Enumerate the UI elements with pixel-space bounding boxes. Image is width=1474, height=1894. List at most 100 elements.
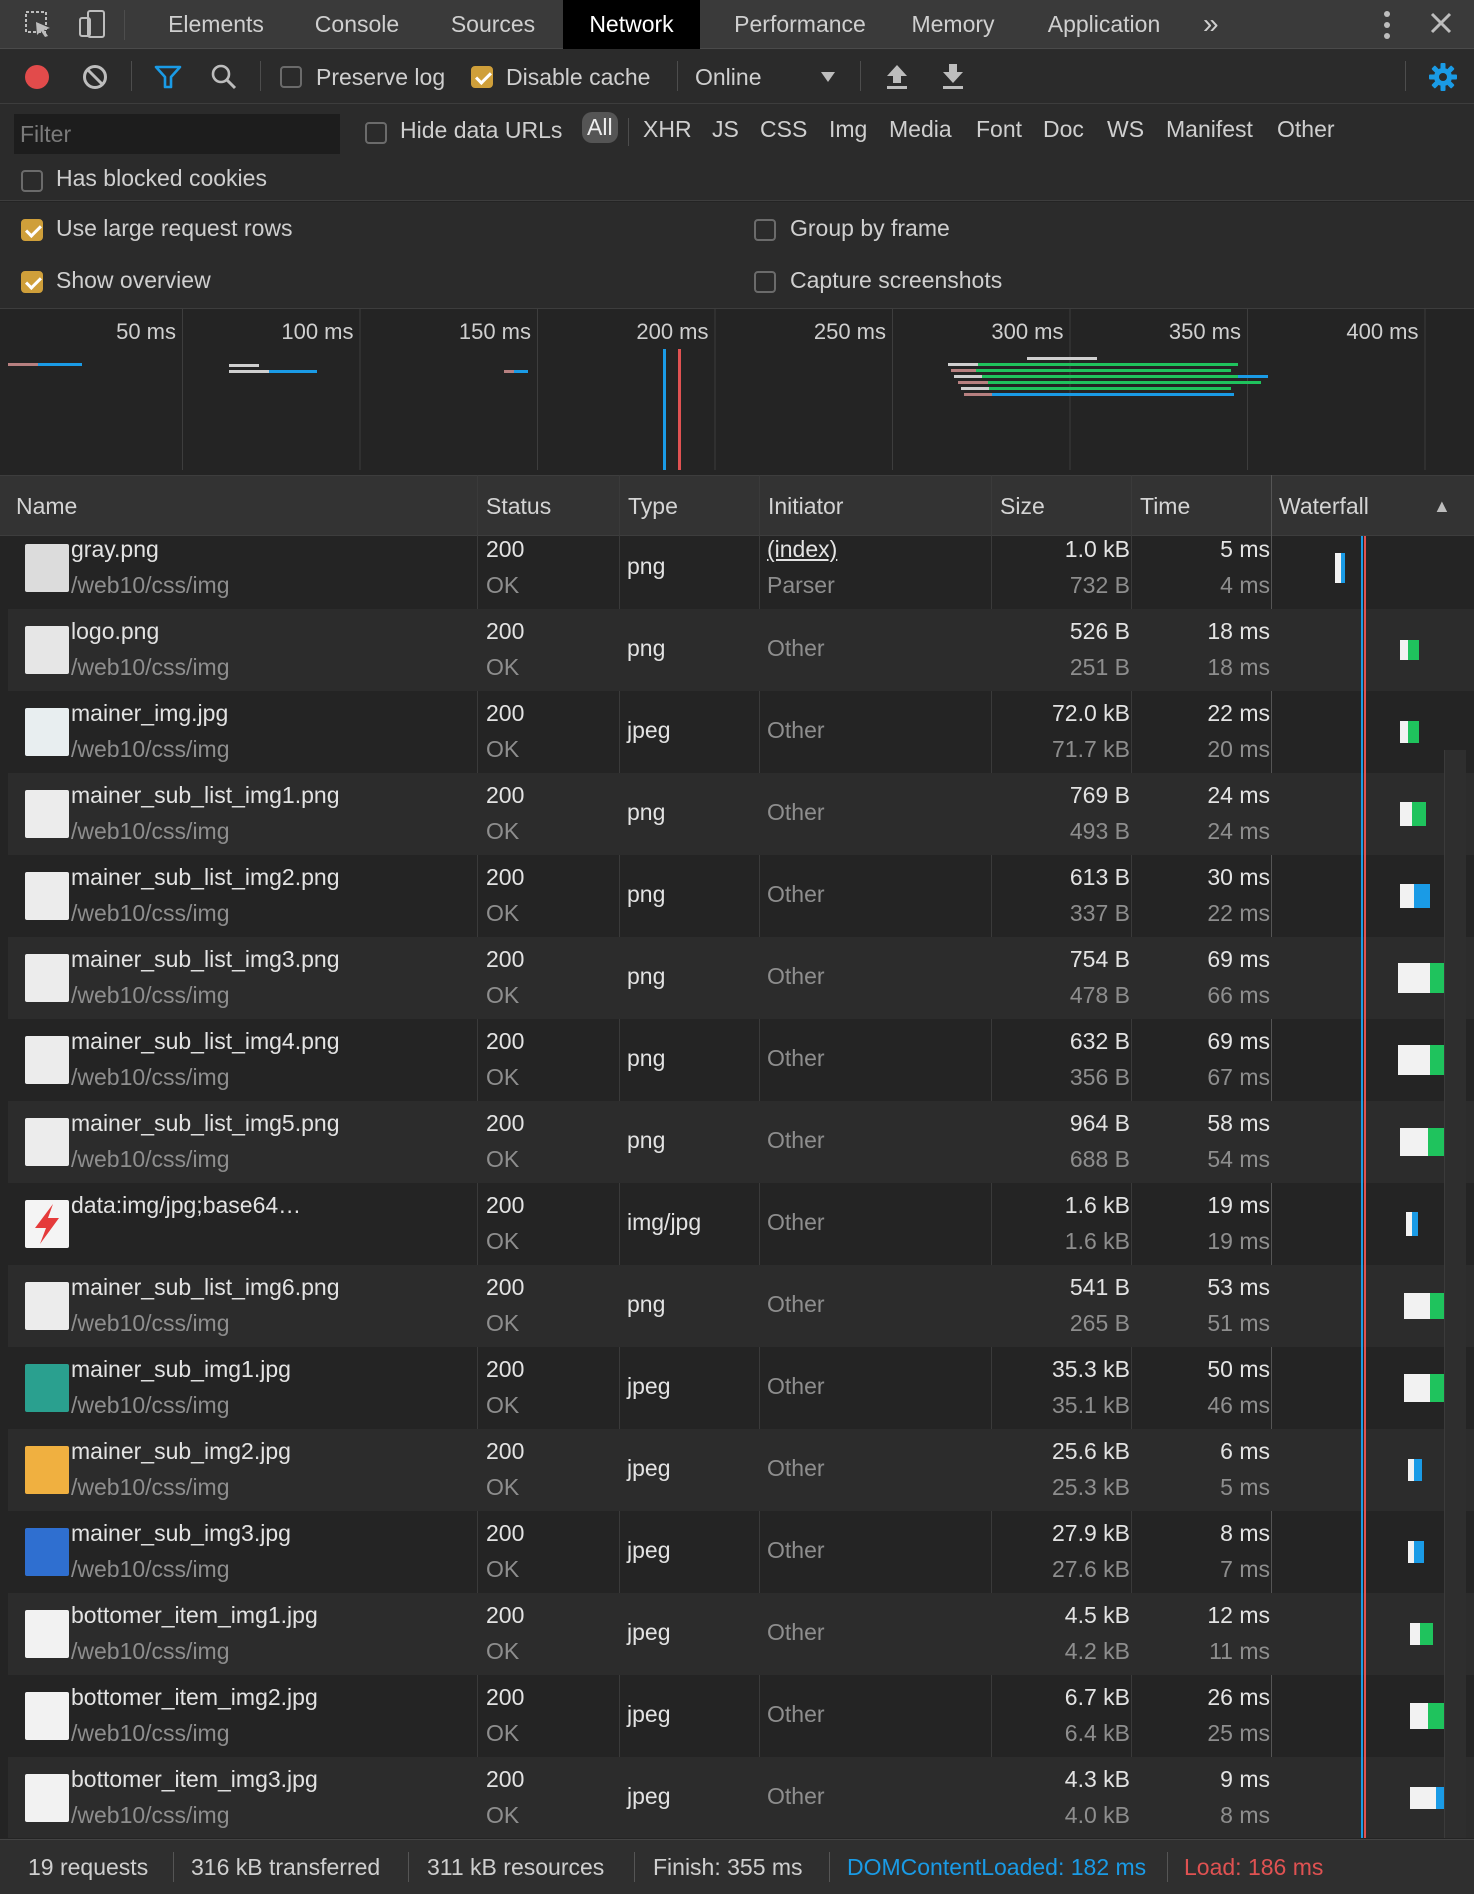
request-name[interactable]: data:img/jpg;base64… — [71, 1192, 301, 1219]
table-row[interactable]: mainer_sub_img3.jpg/web10/css/img 200 OK jp… — [8, 1511, 1474, 1593]
filter-type-font[interactable]: Font — [976, 116, 1022, 143]
filter-type-manifest[interactable]: Manifest — [1166, 116, 1253, 143]
request-name[interactable]: mainer_sub_list_img4.png — [71, 1028, 340, 1055]
overview-tick-label: 350 ms — [1169, 319, 1241, 344]
tab-application[interactable]: Application — [1034, 0, 1174, 49]
tab-memory[interactable]: Memory — [896, 0, 1010, 49]
has-blocked-cookies-checkbox[interactable] — [21, 170, 43, 192]
overview-bar — [1027, 357, 1097, 360]
request-name[interactable]: mainer_sub_list_img1.png — [71, 782, 340, 809]
request-name[interactable]: mainer_sub_img3.jpg — [71, 1520, 291, 1547]
table-row[interactable]: mainer_sub_list_img2.png/web10/css/img 20… — [8, 855, 1474, 937]
request-latency: 4 ms — [1220, 572, 1270, 598]
overview-timeline[interactable]: 50 ms 100 ms 150 ms 200 ms 250 ms 300 ms 350 m… — [8, 309, 1474, 470]
filter-type-doc[interactable]: Doc — [1043, 116, 1084, 143]
chevron-down-icon[interactable] — [820, 71, 836, 83]
column-name[interactable]: Name — [8, 476, 77, 536]
column-initiator[interactable]: Initiator — [760, 476, 843, 536]
transfer-size: 541 B — [1069, 1274, 1130, 1300]
toolbar-divider — [260, 61, 261, 91]
show-overview-checkbox[interactable] — [21, 271, 43, 293]
filter-type-all[interactable]: All — [582, 112, 618, 143]
table-row[interactable]: mainer_sub_list_img1.png/web10/css/img 20… — [8, 773, 1474, 855]
filter-type-js[interactable]: JS — [712, 116, 739, 143]
column-type[interactable]: Type — [620, 476, 678, 536]
column-status[interactable]: Status — [478, 476, 551, 536]
request-name[interactable]: mainer_sub_list_img2.png — [71, 864, 340, 891]
overview-gridline — [182, 309, 183, 470]
preserve-log-checkbox[interactable] — [280, 66, 302, 88]
column-size[interactable]: Size — [992, 476, 1045, 536]
inspect-element-icon[interactable] — [22, 8, 54, 40]
capture-screenshots-checkbox[interactable] — [754, 271, 776, 293]
table-row[interactable]: data:img/jpg;base64… 200 OK img/jpg Other 1.6… — [8, 1183, 1474, 1265]
initiator-link[interactable]: (index) — [767, 536, 837, 563]
resource-size: 25.3 kB — [1052, 1474, 1130, 1500]
capture-screenshots-label: Capture screenshots — [790, 267, 1003, 293]
record-icon[interactable] — [24, 64, 50, 90]
request-name[interactable]: mainer_sub_img1.jpg — [71, 1356, 291, 1383]
request-name[interactable]: bottomer_item_img2.jpg — [71, 1684, 318, 1711]
table-row[interactable]: bottomer_item_img1.jpg/web10/css/img 200 O… — [8, 1593, 1474, 1675]
request-name[interactable]: mainer_sub_img2.jpg — [71, 1438, 291, 1465]
table-row[interactable]: mainer_sub_list_img6.png/web10/css/img 20… — [8, 1265, 1474, 1347]
tab-performance[interactable]: Performance — [710, 0, 890, 49]
filter-type-other[interactable]: Other — [1277, 116, 1335, 143]
tab-sources[interactable]: Sources — [432, 0, 554, 49]
table-row[interactable]: mainer_sub_list_img4.png/web10/css/img 20… — [8, 1019, 1474, 1101]
filter-type-media[interactable]: Media — [889, 116, 952, 143]
status-code: 200 — [486, 1028, 525, 1054]
clear-icon[interactable] — [82, 64, 108, 90]
table-row[interactable]: bottomer_item_img3.jpg/web10/css/img 200 O… — [8, 1757, 1474, 1838]
request-time: 26 ms — [1207, 1684, 1270, 1710]
request-name[interactable]: bottomer_item_img1.jpg — [71, 1602, 318, 1629]
table-row[interactable]: mainer_img.jpg/web10/css/img 200 OK jpeg Oth… — [8, 691, 1474, 773]
close-icon[interactable] — [1428, 10, 1454, 36]
request-name[interactable]: mainer_img.jpg — [71, 700, 228, 727]
request-name[interactable]: mainer_sub_list_img6.png — [71, 1274, 340, 1301]
throttling-select[interactable]: Online — [695, 64, 761, 91]
table-row[interactable]: mainer_sub_img2.jpg/web10/css/img 200 OK jp… — [8, 1429, 1474, 1511]
table-row[interactable]: mainer_sub_list_img5.png/web10/css/img 20… — [8, 1101, 1474, 1183]
export-har-icon[interactable] — [940, 62, 966, 90]
overview-gridline — [537, 309, 538, 470]
sort-ascending-icon[interactable]: ▲ — [1425, 476, 1451, 536]
request-name[interactable]: mainer_sub_list_img5.png — [71, 1110, 340, 1137]
tab-elements[interactable]: Elements — [146, 0, 286, 49]
request-name[interactable]: bottomer_item_img3.jpg — [71, 1766, 318, 1793]
filter-type-xhr[interactable]: XHR — [643, 116, 692, 143]
disable-cache-checkbox[interactable] — [471, 66, 493, 88]
request-name[interactable]: mainer_sub_list_img3.png — [71, 946, 340, 973]
column-waterfall[interactable]: Waterfall — [1271, 476, 1369, 536]
filter-icon[interactable] — [153, 63, 183, 91]
table-row[interactable]: gray.png/web10/css/img 200 OK png (index) Par… — [8, 536, 1474, 609]
filter-type-ws[interactable]: WS — [1107, 116, 1144, 143]
status-text: OK — [486, 1228, 520, 1254]
filter-type-img[interactable]: Img — [829, 116, 867, 143]
filter-input[interactable] — [14, 114, 340, 154]
large-rows-checkbox[interactable] — [21, 219, 43, 241]
tab-network[interactable]: Network — [563, 0, 700, 49]
table-row[interactable]: bottomer_item_img2.jpg/web10/css/img 200 O… — [8, 1675, 1474, 1757]
more-options-icon[interactable] — [1380, 10, 1394, 40]
tab-console[interactable]: Console — [296, 0, 418, 49]
table-row[interactable]: mainer_sub_img1.jpg/web10/css/img 200 OK jp… — [8, 1347, 1474, 1429]
column-time[interactable]: Time — [1132, 476, 1190, 536]
waterfall-wait-bar — [1410, 1703, 1428, 1729]
request-name[interactable]: logo.png — [71, 618, 159, 645]
filter-type-css[interactable]: CSS — [760, 116, 807, 143]
scrollbar[interactable] — [1444, 750, 1466, 1838]
more-tabs-chevron-icon[interactable]: » — [1203, 0, 1219, 49]
status-text: OK — [486, 982, 520, 1008]
table-row[interactable]: logo.png/web10/css/img 200 OK png Other 526 B… — [8, 609, 1474, 691]
hide-data-urls-checkbox[interactable] — [365, 122, 387, 144]
network-overview[interactable]: 50 ms 100 ms 150 ms 200 ms 250 ms 300 ms 350 m… — [8, 309, 1474, 470]
resource-size: 35.1 kB — [1052, 1392, 1130, 1418]
import-har-icon[interactable] — [884, 62, 910, 90]
gear-icon[interactable] — [1428, 62, 1458, 92]
device-toolbar-icon[interactable] — [76, 8, 108, 40]
table-row[interactable]: mainer_sub_list_img3.png/web10/css/img 20… — [8, 937, 1474, 1019]
search-icon[interactable] — [210, 63, 238, 91]
request-name[interactable]: gray.png — [71, 536, 159, 563]
group-by-frame-checkbox[interactable] — [754, 219, 776, 241]
